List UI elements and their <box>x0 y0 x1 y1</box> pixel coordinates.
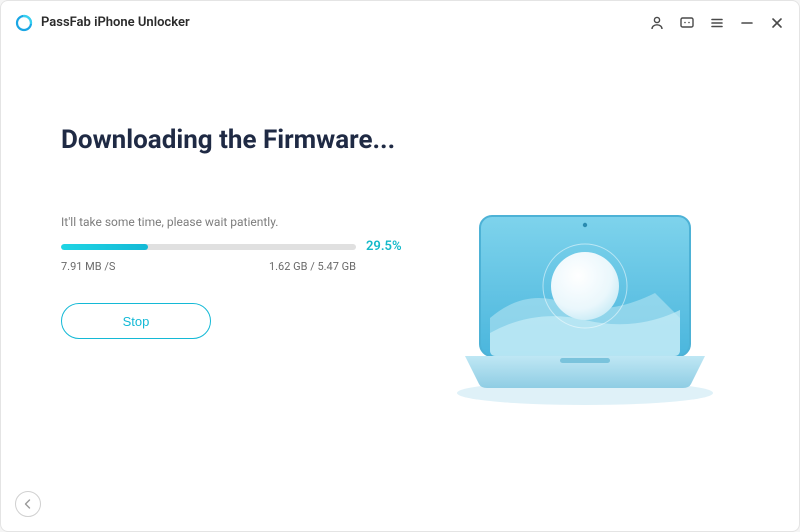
progress-row: 29.5% <box>61 239 410 254</box>
progress-bar <box>61 244 356 250</box>
titlebar: PassFab iPhone Unlocker <box>1 1 799 45</box>
minimize-icon[interactable] <box>739 15 755 31</box>
progress-stats: 7.91 MB /S 1.62 GB / 5.47 GB <box>61 260 410 273</box>
progress-percent: 29.5% <box>366 239 410 254</box>
close-icon[interactable] <box>769 15 785 31</box>
laptop-illustration <box>435 198 735 418</box>
app-logo-icon <box>15 14 33 32</box>
page-heading: Downloading the Firmware... <box>61 125 410 155</box>
wait-message: It'll take some time, please wait patien… <box>61 215 410 229</box>
stop-button[interactable]: Stop <box>61 303 211 339</box>
right-pane <box>410 125 759 491</box>
progress-fill <box>61 244 148 250</box>
app-window: PassFab iPhone Unlocker <box>0 0 800 532</box>
titlebar-right <box>649 15 785 31</box>
feedback-icon[interactable] <box>679 15 695 31</box>
left-pane: Downloading the Firmware... It'll take s… <box>61 125 410 491</box>
download-speed: 7.91 MB /S <box>61 260 115 273</box>
account-icon[interactable] <box>649 15 665 31</box>
app-title: PassFab iPhone Unlocker <box>41 15 190 30</box>
download-size: 1.62 GB / 5.47 GB <box>269 260 356 273</box>
content-area: Downloading the Firmware... It'll take s… <box>1 45 799 531</box>
back-button[interactable] <box>15 491 41 517</box>
menu-icon[interactable] <box>709 15 725 31</box>
titlebar-left: PassFab iPhone Unlocker <box>15 14 190 32</box>
